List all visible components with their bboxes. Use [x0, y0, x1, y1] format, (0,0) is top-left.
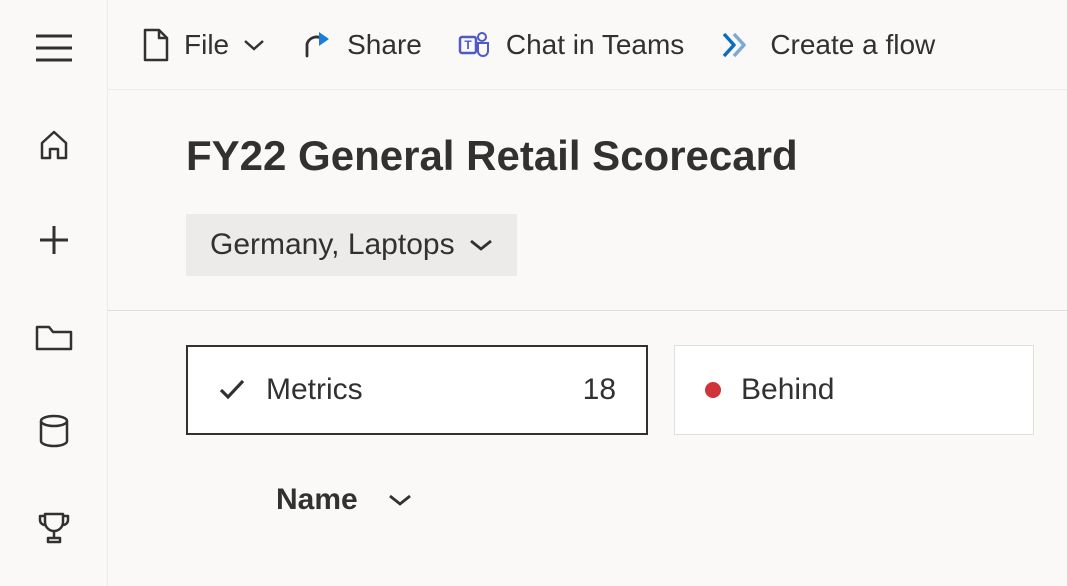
header-area: FY22 General Retail Scorecard Germany, L…: [108, 90, 1067, 311]
left-nav-rail: [0, 0, 108, 586]
page-title: FY22 General Retail Scorecard: [186, 132, 1067, 180]
share-button[interactable]: Share: [301, 29, 422, 61]
metrics-label: Metrics: [266, 373, 363, 407]
file-menu-label: File: [184, 29, 229, 61]
file-menu-button[interactable]: File: [142, 28, 265, 62]
status-dot-icon: [705, 382, 721, 398]
filter-label: Germany, Laptops: [210, 228, 455, 262]
folder-icon[interactable]: [32, 314, 76, 358]
chat-label: Chat in Teams: [506, 29, 684, 61]
checkmark-icon: [218, 378, 246, 402]
hamburger-icon[interactable]: [32, 26, 76, 70]
flow-icon: [720, 30, 756, 60]
share-icon: [301, 30, 333, 60]
file-icon: [142, 28, 170, 62]
metrics-count: 18: [383, 373, 616, 407]
teams-icon: T: [458, 29, 492, 61]
home-icon[interactable]: [32, 122, 76, 166]
chevron-down-icon[interactable]: [388, 493, 412, 507]
share-label: Share: [347, 29, 422, 61]
summary-cards-row: Metrics 18 Behind: [108, 311, 1067, 435]
chevron-down-icon: [243, 38, 265, 52]
create-flow-button[interactable]: Create a flow: [720, 29, 935, 61]
plus-icon[interactable]: [32, 218, 76, 262]
main-content: File Share T Chat in Teams: [108, 0, 1067, 586]
top-command-bar: File Share T Chat in Teams: [108, 0, 1067, 90]
flow-label: Create a flow: [770, 29, 935, 61]
column-header-name[interactable]: Name: [276, 483, 358, 517]
metrics-card[interactable]: Metrics 18: [186, 345, 648, 435]
trophy-icon[interactable]: [32, 506, 76, 550]
behind-card[interactable]: Behind: [674, 345, 1034, 435]
table-header-row: Name: [108, 435, 1067, 517]
chevron-down-icon: [469, 238, 493, 252]
svg-text:T: T: [464, 38, 472, 52]
chat-in-teams-button[interactable]: T Chat in Teams: [458, 29, 684, 61]
behind-label: Behind: [741, 373, 834, 407]
filter-dropdown[interactable]: Germany, Laptops: [186, 214, 517, 276]
database-icon[interactable]: [32, 410, 76, 454]
